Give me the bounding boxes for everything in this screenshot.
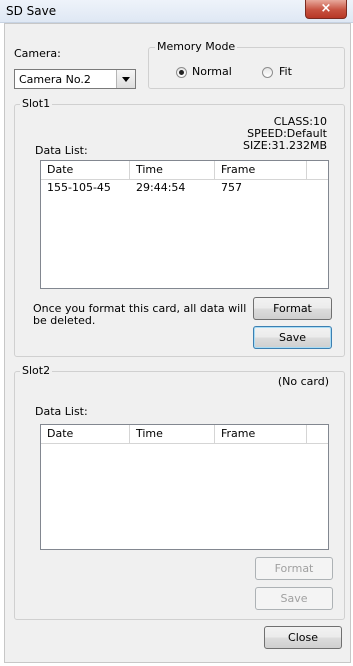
- slot1-col-date[interactable]: Date: [41, 161, 130, 179]
- close-button[interactable]: Close: [264, 626, 342, 649]
- slot1-row-date: 155-105-45: [47, 181, 111, 194]
- slot2-col-frame[interactable]: Frame: [215, 425, 307, 443]
- slot2-save-button[interactable]: Save: [255, 587, 333, 610]
- slot2-data-list-label: Data List:: [35, 405, 88, 418]
- slot2-data-list[interactable]: Date Time Frame: [40, 424, 329, 550]
- slot1-size: SIZE:31.232MB: [243, 139, 327, 152]
- slot1-save-button[interactable]: Save: [253, 326, 332, 349]
- slot2-format-button[interactable]: Format: [255, 557, 333, 580]
- camera-select[interactable]: Camera No.2: [14, 69, 136, 89]
- slot1-list-header: Date Time Frame: [41, 161, 328, 180]
- slot1-data-list[interactable]: Date Time Frame 155-105-45 29:44:54 757: [40, 160, 329, 289]
- window-title: SD Save: [6, 4, 57, 18]
- radio-fit[interactable]: [262, 67, 273, 78]
- slot2-col-time[interactable]: Time: [130, 425, 215, 443]
- slot2-col-date[interactable]: Date: [41, 425, 130, 443]
- slot2-list-header: Date Time Frame: [41, 425, 328, 444]
- radio-fit-label[interactable]: Fit: [279, 65, 292, 78]
- camera-label: Camera:: [14, 47, 61, 60]
- slot2-legend: Slot2: [20, 364, 53, 377]
- slot1-col-frame[interactable]: Frame: [215, 161, 307, 179]
- window-close-button[interactable]: ×: [305, 0, 347, 19]
- chevron-down-icon[interactable]: [116, 70, 135, 88]
- slot2-status: (No card): [277, 375, 329, 388]
- close-icon: ×: [320, 1, 332, 16]
- radio-normal-label[interactable]: Normal: [192, 65, 232, 78]
- radio-normal[interactable]: [176, 67, 187, 78]
- title-bar: SD Save ×: [0, 0, 353, 23]
- slot1-format-button[interactable]: Format: [253, 297, 332, 320]
- slot1-legend: Slot1: [20, 97, 53, 110]
- slot1-data-list-label: Data List:: [35, 144, 88, 157]
- sd-save-window: SD Save × Camera: Camera No.2 Memory Mod…: [0, 0, 353, 666]
- slot1-row-time: 29:44:54: [136, 181, 186, 194]
- format-warning-line2: be deleted.: [33, 314, 96, 327]
- slot1-col-time[interactable]: Time: [130, 161, 215, 179]
- slot1-row-frame: 757: [221, 181, 242, 194]
- memory-mode-legend: Memory Mode: [155, 40, 238, 53]
- camera-selected-value: Camera No.2: [19, 73, 91, 86]
